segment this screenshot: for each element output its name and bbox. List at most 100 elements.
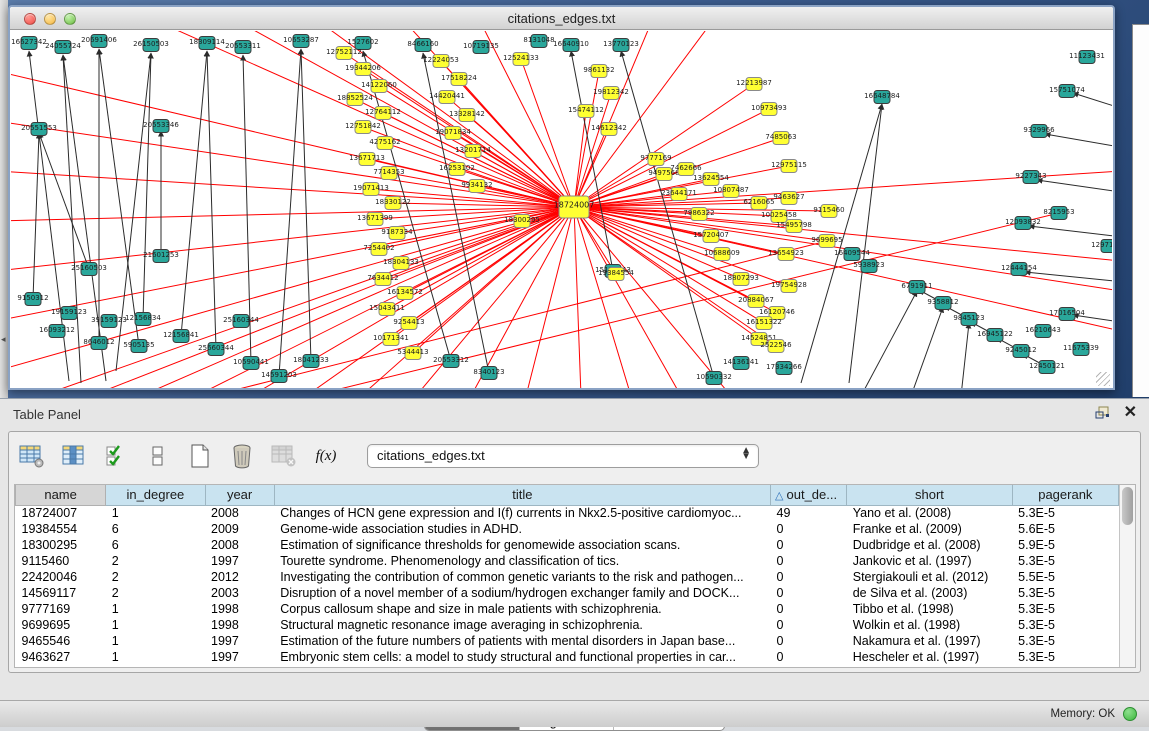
table-row[interactable]: 977716911998Corpus callosum shape and si…	[16, 601, 1119, 617]
table-row[interactable]: 946554611997Estimation of the future num…	[16, 633, 1119, 649]
graph-node[interactable]: 14122060	[361, 80, 397, 93]
column-header-year[interactable]: year	[205, 485, 274, 505]
graph-node[interactable]: 20553312	[433, 355, 469, 368]
graph-node[interactable]: 5905135	[123, 340, 154, 353]
graph-node[interactable]: 24055724	[45, 41, 81, 54]
delete-table-icon[interactable]	[269, 441, 299, 471]
graph-node[interactable]: 13671399	[357, 213, 393, 226]
graph-node[interactable]: 17334266	[766, 362, 802, 375]
graph-node[interactable]: 15495798	[776, 220, 812, 233]
column-header-name[interactable]: name	[16, 485, 106, 505]
graph-node[interactable]: 12224053	[423, 55, 459, 68]
function-builder-icon[interactable]: f(x)	[311, 441, 341, 471]
graph-node[interactable]: 8215953	[1043, 207, 1074, 220]
network-window-titlebar[interactable]: citations_edges.txt	[10, 7, 1113, 30]
graph-node[interactable]: 10973493	[751, 103, 787, 116]
table-row[interactable]: 946362711997Embryonic stem cells: a mode…	[16, 649, 1119, 665]
graph-node[interactable]: 16409544	[834, 248, 870, 261]
graph-node[interactable]: 12450121	[1029, 361, 1065, 374]
scrollbar-thumb[interactable]	[1122, 487, 1133, 525]
graph-node[interactable]: 11675339	[1063, 343, 1099, 356]
graph-node[interactable]: 25160344	[223, 315, 259, 328]
graph-node[interactable]: 16648784	[864, 91, 900, 104]
row-selection-icon[interactable]	[101, 441, 131, 471]
graph-node[interactable]: 8340123	[473, 367, 504, 380]
window-resize-grip[interactable]	[1096, 372, 1110, 386]
graph-node[interactable]: 7485063	[765, 132, 796, 145]
graph-node[interactable]: 19384554	[598, 268, 634, 281]
graph-node[interactable]: 14420441	[429, 91, 465, 104]
graph-nodes[interactable]: 1872400718300295166273422405572420691406…	[11, 35, 1112, 385]
graph-node[interactable]: 12213987	[736, 78, 772, 91]
delete-columns-icon[interactable]	[227, 441, 257, 471]
graph-node[interactable]: 9358812	[927, 297, 958, 310]
column-header-in-degree[interactable]: in_degree	[106, 485, 205, 505]
graph-node[interactable]: 19812342	[593, 87, 629, 100]
table-settings-icon[interactable]	[17, 441, 47, 471]
graph-node[interactable]: 14136141	[723, 357, 759, 370]
graph-node[interactable]: 18330122	[375, 197, 411, 210]
graph-node[interactable]: 12764112	[365, 107, 401, 120]
table-row[interactable]: 969969511998Structural magnetic resonanc…	[16, 617, 1119, 633]
graph-node[interactable]: 17016504	[1049, 308, 1085, 321]
graph-node[interactable]: 9845123	[953, 313, 984, 326]
graph-node[interactable]: 19344206	[345, 63, 381, 76]
table-row[interactable]: 1872400712008Changes of HCN gene express…	[16, 505, 1119, 521]
graph-node[interactable]: 10653287	[283, 35, 319, 48]
graph-node[interactable]: 10590332	[696, 372, 732, 385]
column-header-out-de-[interactable]: △out_de...	[771, 485, 847, 505]
graph-node[interactable]: 5938923	[853, 260, 884, 273]
graph-node[interactable]: 12975115	[771, 160, 807, 173]
graph-node[interactable]: 23644171	[661, 188, 697, 201]
column-header-title[interactable]: title	[274, 485, 770, 505]
graph-node[interactable]: 17518224	[441, 73, 477, 86]
graph-node[interactable]: 13671713	[349, 153, 385, 166]
graph-node[interactable]: 12524133	[503, 53, 539, 66]
table-row[interactable]: 1938455462009Genome-wide association stu…	[16, 521, 1119, 537]
graph-node[interactable]: 9115460	[813, 205, 844, 218]
graph-node[interactable]: 9861132	[583, 65, 614, 78]
graph-node[interactable]: 18041233	[293, 355, 329, 368]
table-row[interactable]: 1456911722003Disruption of a novel membe…	[16, 585, 1119, 601]
graph-node[interactable]: 4275162	[369, 137, 400, 150]
left-panel-collapsed-strip[interactable]: ◂	[0, 0, 8, 398]
graph-node[interactable]: 9254413	[393, 317, 424, 330]
graph-node[interactable]: 26150503	[133, 39, 169, 52]
graph-node[interactable]: 12752112	[326, 47, 362, 60]
table-vertical-scrollbar[interactable]	[1119, 485, 1135, 668]
graph-node[interactable]: 19159123	[51, 307, 87, 320]
graph-node[interactable]: 9150312	[17, 293, 48, 306]
graph-node[interactable]: 25160503	[71, 263, 107, 276]
close-panel-icon[interactable]: ✕	[1124, 405, 1137, 421]
table-selector-dropdown[interactable]: citations_edges.txt ▲▼	[367, 444, 759, 468]
graph-node[interactable]: 16640910	[553, 39, 589, 52]
graph-node[interactable]: 15474112	[568, 105, 604, 118]
graph-node[interactable]: 18807293	[723, 273, 759, 286]
graph-node[interactable]: 8646012	[83, 337, 114, 350]
graph-node[interactable]: 20691406	[81, 35, 117, 48]
graph-node[interactable]: 9463627	[773, 192, 804, 205]
graph-node[interactable]: 10171341	[373, 333, 409, 346]
graph-node[interactable]: 19754928	[771, 280, 807, 293]
graph-node[interactable]: 9777169	[640, 153, 671, 166]
graph-node[interactable]: 7254402	[363, 243, 394, 256]
graph-node[interactable]: 16945122	[977, 329, 1013, 342]
graph-node[interactable]: 16210643	[1025, 325, 1061, 338]
graph-node[interactable]: 12093832	[1005, 217, 1041, 230]
graph-node[interactable]: 14612342	[591, 123, 627, 136]
graph-node[interactable]: 6791911	[901, 281, 932, 294]
column-visibility-icon[interactable]	[59, 441, 89, 471]
graph-node[interactable]: 16151322	[746, 317, 782, 330]
new-table-icon[interactable]	[185, 441, 215, 471]
graph-node[interactable]: 11123431	[1069, 51, 1105, 64]
graph-node[interactable]: 10688609	[704, 248, 740, 261]
graph-node[interactable]: 10590441	[233, 357, 269, 370]
graph-node[interactable]: 10719135	[463, 41, 499, 54]
graph-node[interactable]: 9329966	[1023, 125, 1055, 138]
graph-node[interactable]: 12971011	[1091, 240, 1112, 253]
table-row[interactable]: 911546021997Tourette syndrome. Phenomeno…	[16, 553, 1119, 569]
float-panel-icon[interactable]	[1095, 406, 1110, 420]
graph-node[interactable]: 2522546	[760, 340, 792, 353]
graph-node[interactable]: 13654923	[768, 248, 804, 261]
graph-node[interactable]: 8131048	[523, 35, 554, 48]
